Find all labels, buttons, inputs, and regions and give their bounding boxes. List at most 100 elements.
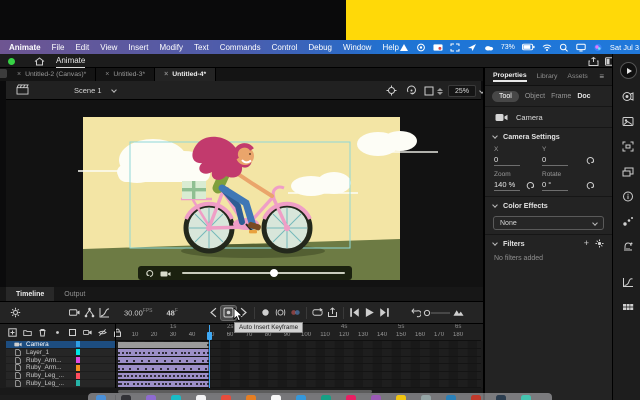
keyframe-dot[interactable] <box>118 368 120 370</box>
panel-menu-icon[interactable]: ≡ <box>599 72 604 81</box>
display-icon[interactable] <box>576 43 586 52</box>
swatches-panel-icon[interactable] <box>621 301 635 314</box>
menu-debug[interactable]: Debug <box>308 43 332 52</box>
play-icon[interactable] <box>362 306 377 320</box>
layer-row-layer-1[interactable]: Layer_1 <box>6 349 115 357</box>
ruler-frames[interactable]: 1020304050607080901001101201301401501601… <box>115 332 481 341</box>
filters-header[interactable]: Filters + <box>485 235 612 251</box>
export-animation-icon[interactable] <box>325 306 340 320</box>
menu-edit[interactable]: Edit <box>75 43 89 52</box>
rotate-field[interactable]: 0 ° <box>542 180 568 191</box>
clapper-icon[interactable] <box>16 84 29 95</box>
menu-text[interactable]: Text <box>194 43 209 52</box>
add-filter-button[interactable]: + <box>584 238 589 248</box>
dock-app-icon[interactable] <box>396 395 406 400</box>
current-frame-display[interactable]: 48F <box>167 308 178 318</box>
dock-app-icon[interactable] <box>296 395 306 400</box>
frame-picker-icon[interactable] <box>621 115 635 128</box>
collapsed-panel-chip[interactable] <box>0 69 7 78</box>
panel-tab-library[interactable]: Library <box>537 73 558 80</box>
subtab-doc[interactable]: Doc <box>577 93 590 100</box>
filter-options-icon[interactable] <box>595 239 604 248</box>
camera-zoom-thumb[interactable] <box>270 269 278 277</box>
dock-app-icon[interactable] <box>246 395 256 400</box>
add-folder-icon[interactable] <box>23 328 32 337</box>
keyframe-dot[interactable] <box>181 352 183 354</box>
keyframe-dot[interactable] <box>198 352 200 354</box>
layer-frame-row[interactable] <box>116 380 481 388</box>
zoom-stepper[interactable] <box>436 85 444 97</box>
dock-app-icon[interactable] <box>371 395 381 400</box>
subtab-object[interactable]: Object <box>525 93 545 100</box>
rotate-reset-icon[interactable] <box>585 181 595 190</box>
frame-grid[interactable] <box>116 341 481 388</box>
layer-color-swatch[interactable] <box>76 341 80 347</box>
document-tab[interactable]: ×Untitled-4* <box>155 68 216 81</box>
timeline-zoom-icon[interactable] <box>451 306 466 320</box>
layer-camera-icon[interactable] <box>83 328 92 337</box>
layer-color-swatch[interactable] <box>76 357 80 363</box>
frame-scrubber[interactable] <box>423 309 451 317</box>
delete-layer-icon[interactable] <box>38 328 47 337</box>
layer-color-swatch[interactable] <box>76 349 80 355</box>
graph-editor-icon[interactable] <box>621 276 635 289</box>
clip-content-icon[interactable] <box>424 86 434 96</box>
menu-file[interactable]: File <box>52 43 65 52</box>
crop-panel-icon[interactable] <box>621 140 635 153</box>
show-graphs-icon[interactable] <box>97 306 112 320</box>
close-tab-icon[interactable]: × <box>17 71 21 78</box>
keyframe-dot[interactable] <box>160 368 162 370</box>
timeline-tab-output[interactable]: Output <box>54 287 95 301</box>
share-icon[interactable] <box>588 57 599 66</box>
keyframe-dot[interactable] <box>145 368 147 370</box>
dock-app-icon[interactable] <box>121 395 131 400</box>
keyframe-dot[interactable] <box>183 368 185 370</box>
layer-row-camera[interactable]: Camera <box>6 341 115 349</box>
rotate-tool-icon[interactable] <box>406 85 417 96</box>
outline-view-icon[interactable] <box>68 328 77 337</box>
stage-pasteboard[interactable] <box>6 100 483 287</box>
section-collapse-icon[interactable] <box>492 240 498 246</box>
keyframe-dot[interactable] <box>139 352 141 354</box>
x-field[interactable]: 0 <box>494 155 520 166</box>
dock-app-icon[interactable] <box>96 395 106 400</box>
subtab-frame[interactable]: Frame <box>551 93 571 100</box>
dock[interactable] <box>88 393 552 400</box>
dock-app-icon[interactable] <box>471 395 481 400</box>
menu-help[interactable]: Help <box>382 43 398 52</box>
dock-app-icon[interactable] <box>521 395 531 400</box>
spotlight-icon[interactable] <box>559 43 569 52</box>
menu-clock[interactable]: Sat Jul 3 3:04 PM <box>610 43 640 52</box>
layer-color-swatch[interactable] <box>76 373 80 379</box>
layer-row-ruby-leg-[interactable]: Ruby_Leg_... <box>6 380 115 388</box>
dock-app-icon[interactable] <box>221 395 231 400</box>
dock-app-icon[interactable] <box>321 395 331 400</box>
keyframe-dot[interactable] <box>122 368 124 370</box>
keyframe-dot[interactable] <box>179 360 181 362</box>
step-forward-icon[interactable] <box>377 306 392 320</box>
panel-tab-assets[interactable]: Assets <box>567 73 587 80</box>
dock-app-icon[interactable] <box>146 395 156 400</box>
camera-zoom-field[interactable]: 140 % <box>494 180 520 191</box>
layer-parenting-icon[interactable] <box>82 306 97 320</box>
dock-app-icon[interactable] <box>421 395 431 400</box>
playhead-handle[interactable] <box>207 332 212 340</box>
particles-panel-icon[interactable] <box>621 215 635 228</box>
location-icon[interactable] <box>467 43 477 52</box>
add-camera-icon[interactable] <box>67 306 82 320</box>
onion-skin-range-icon[interactable] <box>273 306 288 320</box>
cloud-icon[interactable] <box>484 43 494 52</box>
screen-record-icon[interactable] <box>433 43 443 52</box>
menu-commands[interactable]: Commands <box>220 43 261 52</box>
close-tab-icon[interactable]: × <box>164 71 168 78</box>
dock-app-icon[interactable] <box>171 395 181 400</box>
menu-modify[interactable]: Modify <box>159 43 183 52</box>
keyframe-dot[interactable] <box>164 360 166 362</box>
camera-assist-icon[interactable] <box>416 43 426 52</box>
camera-settings-header[interactable]: Camera Settings <box>485 128 612 144</box>
menu-control[interactable]: Control <box>272 43 298 52</box>
undo-icon[interactable] <box>408 306 423 320</box>
keyframe-dot[interactable] <box>118 360 120 362</box>
frame-span[interactable] <box>118 365 209 371</box>
dock-app-icon[interactable] <box>271 395 281 400</box>
